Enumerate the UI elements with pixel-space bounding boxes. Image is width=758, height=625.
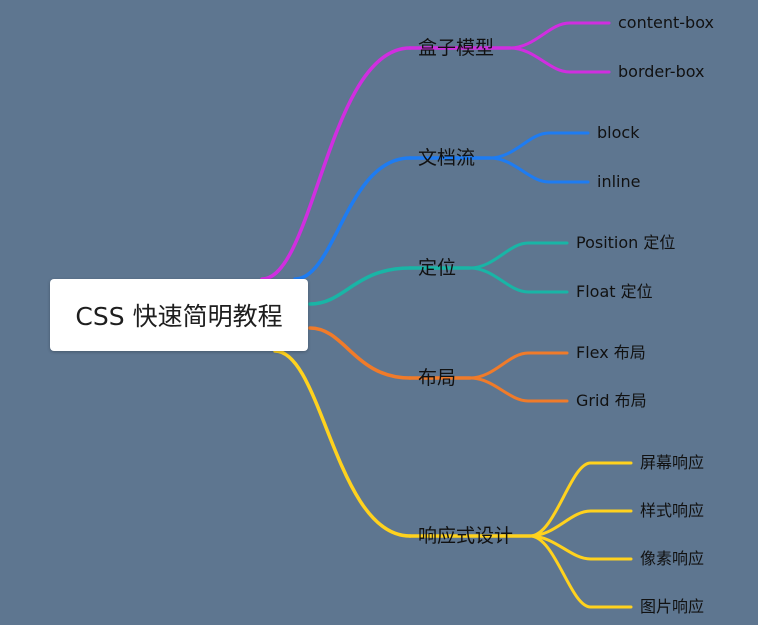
subtopic-block[interactable]: block	[597, 125, 639, 141]
subtopic-pixel-responsive[interactable]: 像素响应	[640, 551, 704, 567]
topic-layout[interactable]: 布局	[418, 368, 456, 388]
subtopic-border-box[interactable]: border-box	[618, 64, 705, 80]
root-topic[interactable]: CSS 快速简明教程	[50, 279, 308, 351]
topic-box-model[interactable]: 盒子模型	[418, 38, 494, 58]
connector-root-2	[308, 266, 412, 306]
subtopic-content-box[interactable]: content-box	[618, 15, 714, 31]
connector-child-4-1	[528, 509, 633, 538]
connector-child-4-0	[528, 461, 633, 538]
subtopic-flex[interactable]: Flex 布局	[576, 345, 646, 361]
mind-map-canvas: CSS 快速简明教程 盒子模型 文档流 定位 布局 响应式设计 content-…	[0, 0, 758, 625]
subtopic-inline[interactable]: inline	[597, 174, 640, 190]
topic-positioning[interactable]: 定位	[418, 258, 456, 278]
connector-child-4-3	[528, 534, 633, 609]
connector-child-3-0	[468, 351, 569, 380]
subtopic-screen-responsive[interactable]: 屏幕响应	[640, 455, 704, 471]
connector-root-3	[308, 326, 412, 380]
subtopic-grid[interactable]: Grid 布局	[576, 393, 647, 409]
subtopic-image-responsive[interactable]: 图片响应	[640, 599, 704, 615]
connector-child-0-1	[508, 46, 611, 74]
connector-root-4	[273, 349, 412, 538]
connector-child-2-0	[468, 241, 569, 270]
connector-child-4-2	[528, 534, 633, 561]
connector-root-1	[293, 156, 412, 281]
connector-child-1-1	[488, 156, 590, 184]
connector-child-1-0	[488, 131, 590, 160]
subtopic-float[interactable]: Float 定位	[576, 284, 653, 300]
connector-child-0-0	[508, 21, 611, 50]
topic-document-flow[interactable]: 文档流	[418, 148, 475, 168]
connector-child-2-1	[468, 266, 569, 294]
subtopic-style-responsive[interactable]: 样式响应	[640, 503, 704, 519]
subtopic-position[interactable]: Position 定位	[576, 235, 675, 251]
connector-child-3-1	[468, 376, 569, 403]
topic-responsive-design[interactable]: 响应式设计	[418, 526, 513, 546]
